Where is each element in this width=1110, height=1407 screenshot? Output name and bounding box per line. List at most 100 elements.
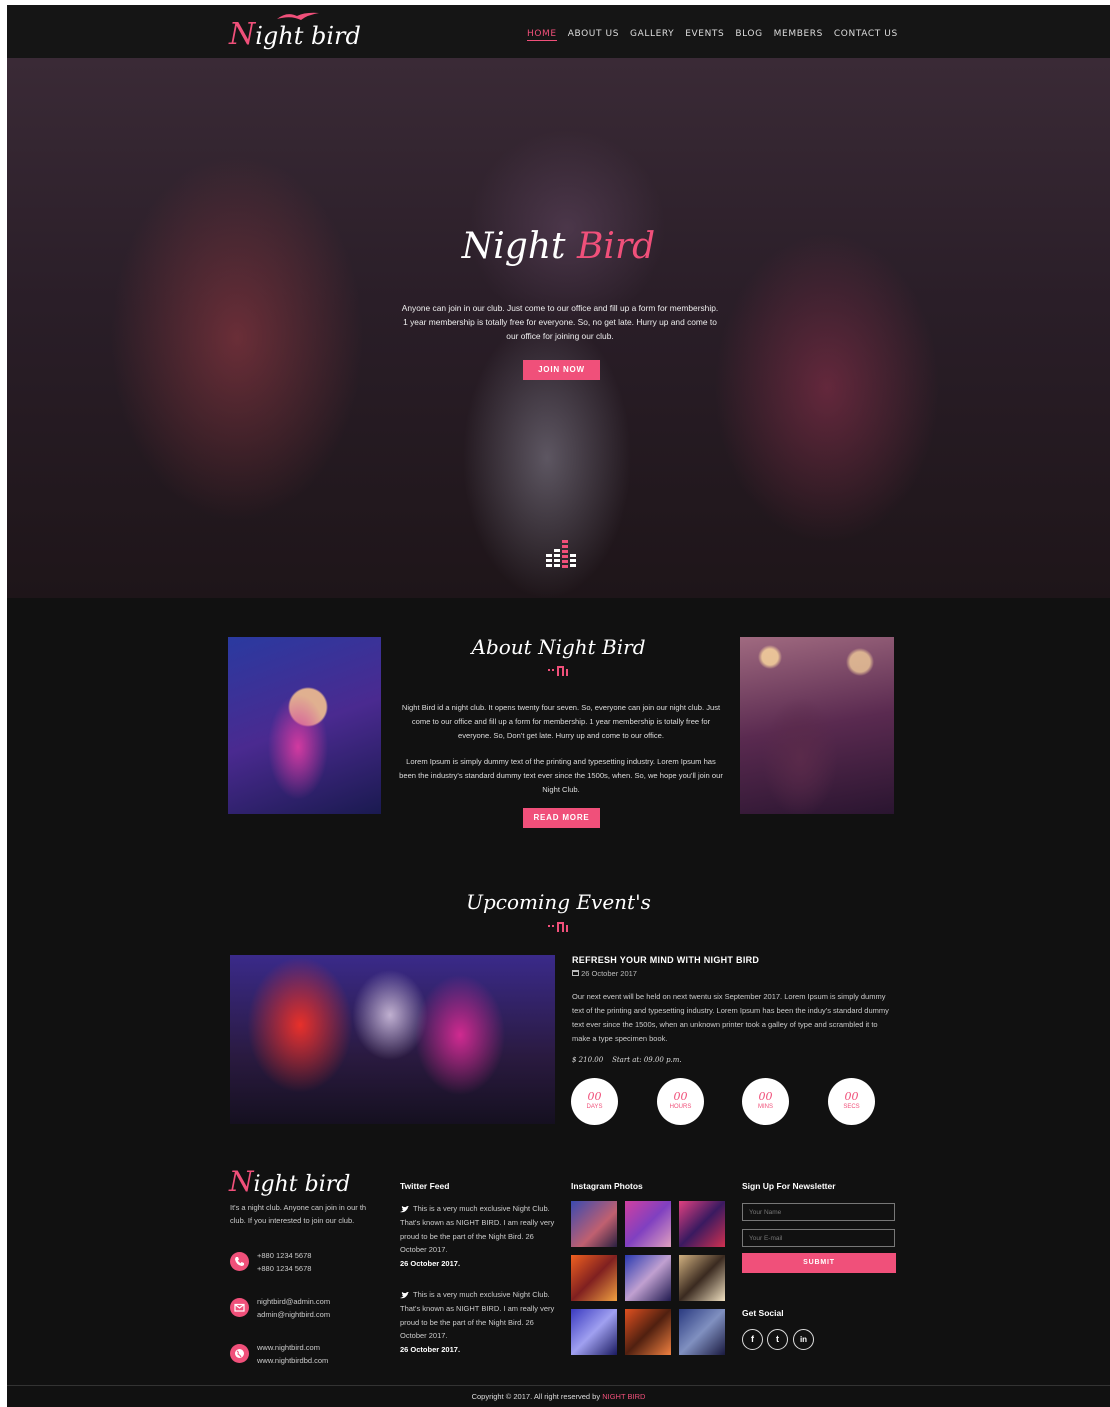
linkedin-icon[interactable]: in [793,1329,814,1350]
email-2[interactable]: admin@nightbird.com [257,1308,330,1321]
about-title: About Night Bird [471,635,646,659]
join-now-button[interactable]: JOIN NOW [523,360,600,380]
nav-events[interactable]: EVENTS [685,29,724,41]
instagram-photo[interactable] [571,1309,617,1355]
footer-description: It's a night club. Anyone can join in ou… [230,1203,367,1225]
twitter-icon [400,1205,409,1212]
logo-initial: N [229,17,256,52]
main-nav: HOME ABOUT US GALLERY EVENTS BLOG MEMBER… [527,29,898,41]
email-1[interactable]: nightbird@admin.com [257,1295,330,1308]
about-image-left [228,637,381,814]
copyright-bar: Copyright © 2017. All right reserved by … [7,1385,1110,1407]
about-image-right [740,637,894,814]
divider-icon [548,922,568,932]
calendar-icon [572,970,579,976]
logo-text: ight bird [255,22,361,50]
divider-icon [548,666,568,676]
twitter-icon [400,1291,409,1298]
tweet-text: This is a very much exclusive Night Club… [400,1204,555,1255]
footer-logo[interactable]: Night bird [229,1165,350,1198]
envelope-icon [230,1298,249,1317]
event-title[interactable]: REFRESH YOUR MIND WITH NIGHT BIRD [572,955,759,965]
nav-blog[interactable]: BLOG [735,29,762,41]
event-description: Our next event will be held on next twen… [572,992,889,1043]
globe-icon [230,1344,249,1363]
phone-numbers: +880 1234 5678 +880 1234 5678 [257,1249,311,1275]
submit-button[interactable]: SUBMIT [742,1253,896,1273]
instagram-photo[interactable] [571,1201,617,1247]
instagram-photo[interactable] [625,1309,671,1355]
countdown-hours: 00 HOURS [657,1078,704,1125]
website-2[interactable]: www.nightbirdbd.com [257,1354,328,1367]
countdown-days-label: DAYS [586,1104,603,1110]
copyright-text: Copyright © 2017. All right reserved by [471,1392,601,1401]
twitter-feed-heading: Twitter Feed [400,1181,450,1191]
countdown-mins-value: 00 [758,1090,773,1103]
tweet-date: 26 October 2017. [400,1259,461,1269]
hero-title: Night Bird [7,226,1110,267]
events-title: Upcoming Event's [466,890,651,914]
copyright-brand-link[interactable]: NIGHT BIRD [602,1392,645,1401]
event-date-text: 26 October 2017 [581,969,637,978]
event-price-value: $ 210.00 [572,1056,604,1064]
contact-phone: +880 1234 5678 +880 1234 5678 [230,1249,390,1277]
event-date: 26 October 2017 [572,969,637,978]
nav-home[interactable]: HOME [527,29,557,41]
phone-icon [230,1252,249,1271]
contact-email: nightbird@admin.com admin@nightbird.com [230,1295,390,1323]
newsletter-name-input[interactable] [742,1203,895,1221]
countdown-secs-value: 00 [844,1090,859,1103]
newsletter-email-input[interactable] [742,1229,895,1247]
nav-about-us[interactable]: ABOUT US [568,29,619,41]
hero-text: Anyone can join in our club. Just come t… [401,303,719,341]
countdown-mins-label: MINS [758,1104,773,1110]
phone-1[interactable]: +880 1234 5678 [257,1249,311,1262]
countdown-mins: 00 MINS [742,1078,789,1125]
hero-title-second: Bird [576,226,656,267]
instagram-photo[interactable] [625,1255,671,1301]
countdown-secs-label: SECS [843,1104,860,1110]
phone-2[interactable]: +880 1234 5678 [257,1262,311,1275]
instagram-photo[interactable] [571,1255,617,1301]
tweet-text: This is a very much exclusive Night Club… [400,1290,555,1341]
instagram-photo[interactable] [679,1201,725,1247]
about-paragraph-1: Night Bird id a night club. It opens twe… [401,703,721,740]
page: Night bird HOME ABOUT US GALLERY EVENTS … [7,5,1110,1407]
bird-icon [277,12,319,20]
tweet: This is a very much exclusive Night Club… [400,1202,555,1271]
nav-gallery[interactable]: GALLERY [630,29,674,41]
contact-website: www.nightbird.com www.nightbirdbd.com [230,1341,390,1369]
header: Night bird HOME ABOUT US GALLERY EVENTS … [7,5,1110,58]
instagram-photo[interactable] [625,1201,671,1247]
countdown-secs: 00 SECS [828,1078,875,1125]
hero-banner: Night Bird Anyone can join in our club. … [7,58,1110,598]
newsletter-heading: Sign Up For Newsletter [742,1181,836,1191]
countdown-days: 00 DAYS [571,1078,618,1125]
nav-members[interactable]: MEMBERS [774,29,823,41]
websites: www.nightbird.com www.nightbirdbd.com [257,1341,328,1367]
instagram-photo[interactable] [679,1255,725,1301]
countdown-hours-label: HOURS [669,1104,692,1110]
countdown-hours-value: 00 [673,1090,688,1103]
website-1[interactable]: www.nightbird.com [257,1341,328,1354]
hero-title-first: Night [461,226,566,267]
instagram-heading: Instagram Photos [571,1181,643,1191]
tweet-date: 26 October 2017. [400,1345,461,1355]
event-start-time: Start at: 09.00 p.m. [612,1056,682,1064]
email-addresses: nightbird@admin.com admin@nightbird.com [257,1295,330,1321]
footer-logo-text: ight bird [253,1172,351,1197]
logo[interactable]: Night bird [229,12,361,52]
about-paragraph-2: Lorem Ipsum is simply dummy text of the … [399,757,723,794]
countdown-days-value: 00 [587,1090,602,1103]
get-social-heading: Get Social [742,1308,784,1318]
instagram-photo[interactable] [679,1309,725,1355]
tweet: This is a very much exclusive Night Club… [400,1288,555,1357]
event-image [230,955,555,1124]
read-more-button[interactable]: READ MORE [523,808,600,828]
facebook-icon[interactable]: f [742,1329,763,1350]
twitter-icon[interactable]: t [767,1329,788,1350]
nav-contact-us[interactable]: CONTACT US [834,29,898,41]
equalizer-icon[interactable] [546,540,576,570]
event-price: $ 210.00 Start at: 09.00 p.m. [572,1056,682,1064]
footer-logo-initial: N [229,1165,254,1198]
